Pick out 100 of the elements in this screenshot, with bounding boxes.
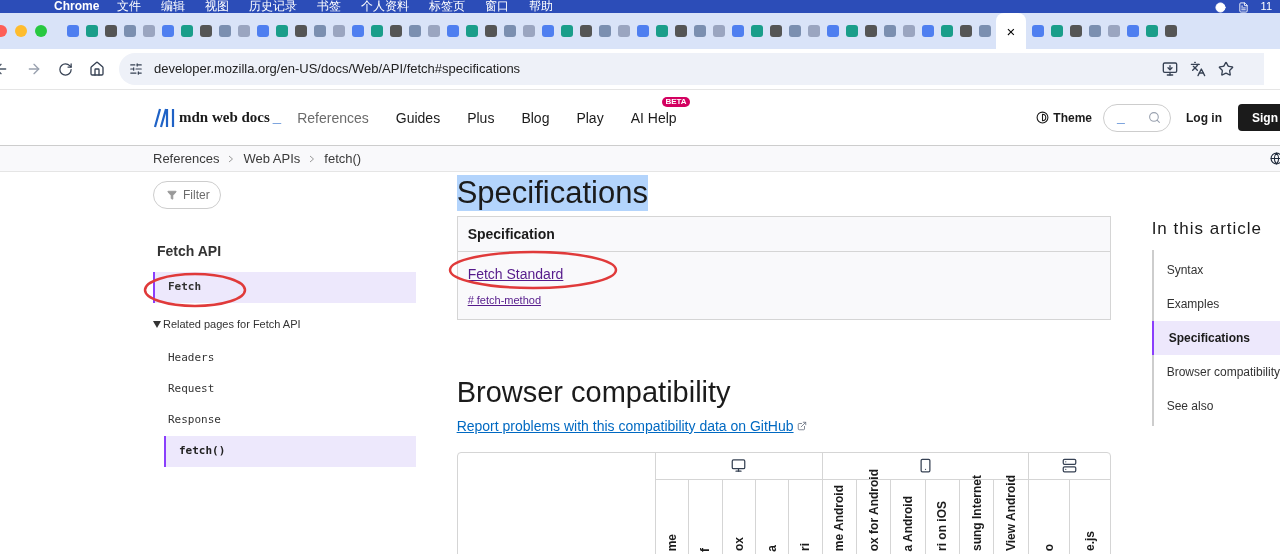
- nav-link[interactable]: Play: [576, 109, 604, 126]
- nav-link[interactable]: References: [297, 109, 369, 126]
- browser-column-header: o: [1040, 544, 1057, 552]
- toc-link[interactable]: Examples: [1153, 286, 1280, 321]
- home-icon[interactable]: [89, 61, 105, 77]
- search-value: _: [1117, 108, 1125, 127]
- tab-favicon-icon: [1164, 25, 1177, 37]
- browser-column-header: View Android: [1003, 475, 1020, 552]
- logo-cursor: _: [272, 107, 282, 128]
- tab-favicon-icon: [123, 25, 136, 37]
- browser-column-header: me: [664, 534, 681, 552]
- breadcrumb-link[interactable]: Web APIs: [243, 148, 301, 169]
- tab-favicon-icon: [807, 25, 820, 37]
- tab-favicon-icon: [598, 25, 611, 37]
- tab-favicon-icon: [275, 25, 288, 37]
- tab-favicon-icon: [465, 25, 478, 37]
- browser-column-header: ox: [730, 537, 747, 552]
- tab-favicon-icon: [104, 25, 117, 37]
- toc-title: In this article: [1151, 218, 1264, 240]
- tab-favicon-icon: [351, 25, 364, 37]
- tab-favicon-icon: [66, 25, 79, 37]
- tab-favicon-icon: [142, 25, 155, 37]
- browser-tab[interactable]: ×: [996, 13, 1026, 49]
- translate-icon[interactable]: [1190, 61, 1206, 77]
- menu-item[interactable]: Chrome: [54, 0, 100, 13]
- tab-favicon-icon: [313, 25, 326, 37]
- tab-favicon-icon: [636, 25, 649, 37]
- breadcrumb-link[interactable]: fetch(): [324, 148, 362, 169]
- address-field[interactable]: developer.mozilla.org/en-US/docs/Web/API/fetch#specifications: [119, 53, 1264, 85]
- tab-favicon-icon: [655, 25, 668, 37]
- theme-button[interactable]: Theme: [1053, 108, 1092, 127]
- browser-column-header: ri: [797, 543, 814, 552]
- tab-favicon-icon: [294, 25, 307, 37]
- tab-favicon-icon: [693, 25, 706, 37]
- logo-text[interactable]: mdn web docs: [179, 106, 270, 129]
- site-info-icon[interactable]: [129, 62, 143, 76]
- nav-link[interactable]: Guides: [395, 109, 441, 126]
- bookmark-star-icon[interactable]: [1218, 61, 1234, 77]
- tab-close-button[interactable]: ×: [1006, 23, 1016, 39]
- tab-favicon-icon: [199, 25, 212, 37]
- sidebar-item[interactable]: Fetch: [153, 272, 416, 303]
- tab-favicon-icon: [332, 25, 345, 37]
- forward-icon[interactable]: [26, 61, 42, 77]
- reload-icon[interactable]: [58, 61, 73, 77]
- menu-item[interactable]: 文件: [117, 0, 142, 13]
- disclosure-triangle-icon[interactable]: [153, 320, 163, 328]
- tab-favicon-icon: [712, 25, 725, 37]
- anchor-link[interactable]: # fetch-method: [467, 292, 541, 309]
- chevron-icon: [309, 154, 316, 163]
- tab-favicon-icon: [503, 25, 516, 37]
- zoom-window-icon[interactable]: [35, 25, 47, 37]
- menu-item[interactable]: 书签: [317, 0, 342, 13]
- tab-favicon-icon: [1088, 25, 1101, 37]
- login-link[interactable]: Log in: [1186, 108, 1222, 127]
- toc-link[interactable]: Browser compatibility: [1153, 354, 1280, 389]
- menu-item[interactable]: 标签页: [429, 0, 466, 13]
- sidebar-item[interactable]: Headers: [164, 342, 416, 374]
- menu-item[interactable]: 视图: [205, 0, 230, 13]
- tab-favicon-icon: [921, 25, 934, 37]
- report-link[interactable]: Report problems with this compatibility data on GitHub: [456, 415, 794, 437]
- install-icon[interactable]: [1162, 61, 1178, 77]
- toc-link[interactable]: See also: [1153, 388, 1280, 423]
- menu-item[interactable]: 窗口: [485, 0, 510, 13]
- tab-favicon-icon: [256, 25, 269, 37]
- signup-button[interactable]: Sign: [1238, 104, 1280, 131]
- tab-favicon-icon: [864, 25, 877, 37]
- tab-favicon-icon: [674, 25, 687, 37]
- sidebar-group-toggle[interactable]: Related pages for Fetch API: [163, 316, 301, 333]
- tab-favicon-icon: [427, 25, 440, 37]
- search-icon[interactable]: [1148, 111, 1161, 124]
- tab-favicon-icon: [446, 25, 459, 37]
- url-text: developer.mozilla.org/en-US/docs/Web/API/fetch#specifications: [154, 60, 521, 79]
- language-icon[interactable]: [1270, 152, 1280, 165]
- nav-link[interactable]: Plus: [467, 109, 495, 126]
- breadcrumb-link[interactable]: References: [153, 148, 220, 169]
- tab-favicon-icon: [560, 25, 573, 37]
- sidebar-item[interactable]: fetch(): [164, 435, 416, 467]
- tab-favicon-icon: [902, 25, 915, 37]
- minimize-window-icon[interactable]: [15, 25, 27, 37]
- sidebar-item[interactable]: Response: [164, 404, 416, 436]
- tab-favicon-icon: [731, 25, 744, 37]
- tab-favicon-icon: [541, 25, 554, 37]
- nav-link[interactable]: Blog: [521, 109, 550, 126]
- tab-favicon-icon: [370, 25, 383, 37]
- nav-link[interactable]: AI Help: [630, 109, 677, 126]
- menu-item[interactable]: 历史记录: [249, 0, 298, 13]
- menu-item[interactable]: 个人资料: [361, 0, 410, 13]
- menu-item[interactable]: 帮助: [529, 0, 554, 13]
- tab-favicon-icon: [883, 25, 896, 37]
- tab-favicon-icon: [617, 25, 630, 37]
- mdn-logo-icon[interactable]: [153, 107, 175, 128]
- browser-column-header: f: [697, 547, 714, 552]
- tab-favicon-icon: [769, 25, 782, 37]
- sidebar-item[interactable]: Request: [164, 373, 416, 405]
- toc-link[interactable]: Syntax: [1153, 252, 1280, 287]
- menu-item[interactable]: 编辑: [161, 0, 186, 13]
- tab-favicon-icon: [826, 25, 839, 37]
- status-badge[interactable]: 11: [1260, 0, 1272, 13]
- tab-favicon-icon: [845, 25, 858, 37]
- toc-link[interactable]: Specifications: [1151, 320, 1280, 355]
